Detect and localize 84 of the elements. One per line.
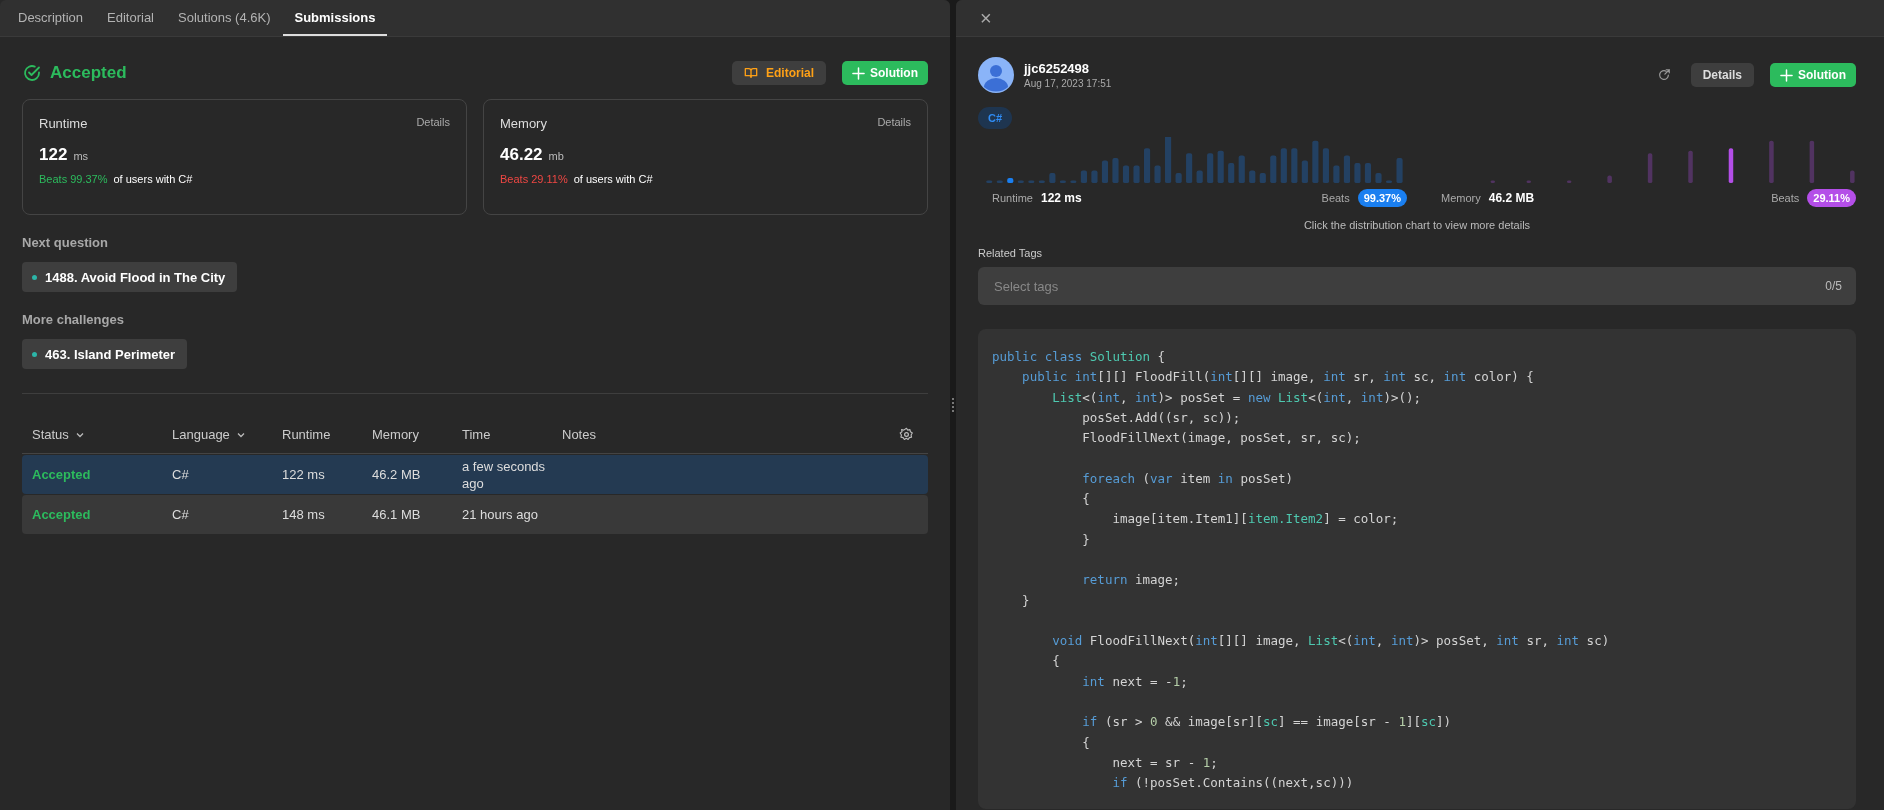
avatar-icon <box>978 57 1014 93</box>
beats-pill: 29.11% <box>1807 189 1856 207</box>
column-header: Runtime <box>282 427 332 442</box>
details-button[interactable]: Details <box>1690 63 1754 87</box>
section-label: Related Tags <box>978 247 1042 259</box>
details-link[interactable]: Details <box>877 116 911 131</box>
metric-value: 122 <box>39 145 68 165</box>
code-line: { <box>1081 733 1091 752</box>
stat-value: 46.2 MB <box>1488 191 1535 205</box>
stat-label: Runtime <box>992 192 1033 204</box>
code-line: FloodFillNext(image, posSet, sr, sc); <box>1081 429 1362 448</box>
stat-label: Memory <box>1441 192 1481 204</box>
status-text: Accepted <box>50 63 127 83</box>
code-line: public int[][] FloodFill(int[][] image, int sr, int sc, int color) { <box>1021 368 1535 387</box>
table-cell-text: C# <box>172 467 190 482</box>
book-icon <box>744 66 758 80</box>
tab[interactable]: Editorial <box>95 0 166 36</box>
table-cell-text: a few seconds ago <box>462 457 547 492</box>
plus-icon <box>1780 68 1793 82</box>
tab[interactable]: Solutions (4.6K) <box>166 0 283 36</box>
code-line: return image; <box>1081 571 1182 590</box>
beats-percent: Beats 29.11% <box>500 173 568 185</box>
column-header: Notes <box>562 427 596 442</box>
editorial-button[interactable]: Editorial <box>732 61 826 85</box>
username[interactable]: jjc6252498 <box>1024 61 1112 76</box>
resize-handle[interactable] <box>952 398 954 412</box>
table-cell-text: C# <box>172 507 190 522</box>
status-cell-text: Accepted <box>32 467 92 482</box>
section-label: Next question <box>22 235 108 250</box>
code-line: { <box>1081 490 1091 509</box>
question-link[interactable]: 463. Island Perimeter <box>22 339 188 369</box>
metric-title: Memory <box>500 116 547 131</box>
table-cell-text: 21 hours ago <box>462 506 539 523</box>
tab[interactable]: Submissions <box>282 0 388 36</box>
column-header[interactable]: Status <box>32 427 172 442</box>
code-line: next = sr - 1; <box>1111 753 1219 772</box>
beats-percent: Beats 99.37% <box>39 173 108 185</box>
distribution-bar[interactable] <box>1728 148 1734 184</box>
metric-unit: mb <box>548 150 564 162</box>
code-line: image[item.Item1][item.Item2] = color; <box>1111 510 1400 529</box>
plus-icon <box>852 66 865 80</box>
table-cell-text: 122 ms <box>282 467 326 482</box>
settings-icon[interactable] <box>899 427 914 442</box>
beats-caption: of users with C# <box>113 173 193 185</box>
close-button[interactable]: × <box>978 8 994 28</box>
beats-label: Beats <box>1321 192 1350 204</box>
column-header: Memory <box>372 427 420 442</box>
code-line: foreach (var item in posSet) <box>1081 469 1295 488</box>
column-header[interactable]: Language <box>172 427 282 442</box>
beats-label: Beats <box>1771 192 1800 204</box>
beats-pill: 99.37% <box>1357 189 1407 207</box>
language-tag: C# <box>978 107 1013 129</box>
stat-value: 122 ms <box>1040 191 1082 205</box>
distribution-bar[interactable] <box>1007 178 1014 184</box>
code-line: { <box>1051 652 1061 671</box>
share-icon[interactable] <box>1656 68 1671 82</box>
table-cell-text: 148 ms <box>282 507 326 522</box>
metric-title: Runtime <box>39 116 88 131</box>
submission-row[interactable]: Accepted C# 148 ms 46.1 MB 21 hours ago <box>22 495 928 534</box>
code-line: if (sr > 0 && image[sr][sc] == image[sr - 1][sc]) <box>1081 713 1453 732</box>
beats-caption: of users with C# <box>573 173 653 185</box>
column-header: Time <box>462 427 492 442</box>
status-cell-text: Accepted <box>32 507 92 522</box>
check-circle-icon <box>22 63 42 83</box>
tab[interactable]: Description <box>6 0 96 36</box>
tag-count: 0/5 <box>1825 279 1842 293</box>
metric-value: 46.22 <box>500 145 543 165</box>
code-line: void FloodFillNext(int[][] image, List<(int, int)> posSet, int sr, int sc) <box>1051 632 1611 651</box>
code-line: int next = -1; <box>1081 672 1189 691</box>
details-link[interactable]: Details <box>416 116 450 131</box>
code-line: List<(int, int)> posSet = new List<(int, int)>(); <box>1051 388 1423 407</box>
section-label: More challenges <box>22 312 124 327</box>
code-line: } <box>1021 591 1031 610</box>
question-link[interactable]: 1488. Avoid Flood in The City <box>22 262 238 292</box>
metric-unit: ms <box>73 150 89 162</box>
table-cell-text: 46.2 MB <box>372 467 422 482</box>
chart-hint: Click the distribution chart to view more details <box>1303 219 1531 231</box>
table-cell-text: 46.1 MB <box>372 507 422 522</box>
code-line: public class Solution { <box>992 348 1167 366</box>
submission-date: Aug 17, 2023 17:51 <box>1024 78 1112 89</box>
code-line: posSet.Add((sr, sc)); <box>1081 408 1242 427</box>
code-line: } <box>1081 530 1091 549</box>
submission-row[interactable]: Accepted C# 122 ms 46.2 MB a few seconds ago <box>22 455 928 494</box>
code-line: if (!posSet.Contains((next,sc))) <box>1111 774 1355 793</box>
